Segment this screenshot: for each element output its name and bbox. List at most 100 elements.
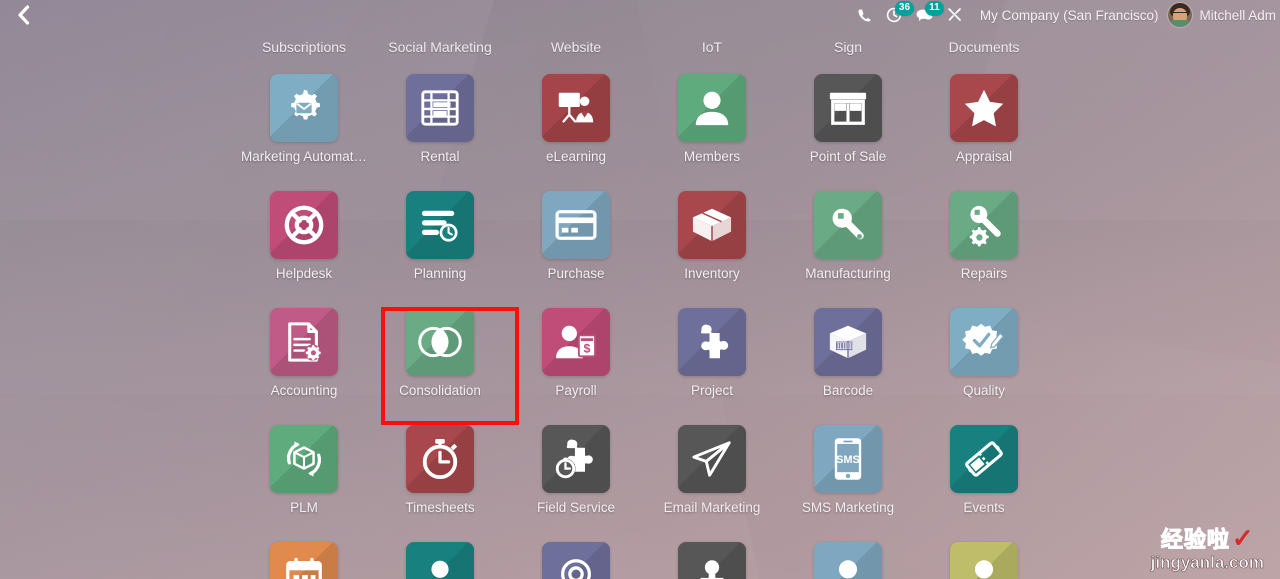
activities-button[interactable]: 36 <box>879 0 915 30</box>
app-tile-elearning[interactable]: eLearning <box>508 74 644 191</box>
tools-button[interactable] <box>940 0 970 30</box>
calendar-icon <box>270 542 338 579</box>
gear-envelope-icon <box>270 74 338 142</box>
app-tile-repairs[interactable]: Repairs <box>916 191 1052 308</box>
star-half-icon <box>950 74 1018 142</box>
company-selector[interactable]: My Company (San Francisco) <box>970 8 1169 23</box>
app-label: Quality <box>962 383 1006 398</box>
app-tile-helpdesk[interactable]: Helpdesk <box>236 191 372 308</box>
app-tile-person-olive[interactable] <box>916 542 1052 579</box>
ticket-icon <box>950 425 1018 493</box>
puzzle-piece-icon <box>678 308 746 376</box>
storefront-icon <box>814 74 882 142</box>
app-label: Inventory <box>684 266 740 281</box>
nav-item-website[interactable]: Website <box>508 39 644 55</box>
nav-item-subscriptions[interactable]: Subscriptions <box>236 39 372 55</box>
venn-circles-icon <box>406 308 474 376</box>
wrench-gear-icon <box>950 191 1018 259</box>
person-icon <box>678 74 746 142</box>
app-tile-timesheets[interactable]: Timesheets <box>372 425 508 542</box>
svg-text:SMS: SMS <box>836 454 859 466</box>
svg-text:$: $ <box>584 341 591 355</box>
app-tile-sms-marketing[interactable]: SMS SMS Marketing <box>780 425 916 542</box>
app-tile-members[interactable]: Members <box>644 74 780 191</box>
app-label: Helpdesk <box>275 266 333 281</box>
wrench-icon <box>814 191 882 259</box>
app-tile-appraisal[interactable]: Appraisal <box>916 74 1052 191</box>
app-tile-planning[interactable]: Planning <box>372 191 508 308</box>
user-menu[interactable]: Mitchell Adm <box>1168 3 1280 27</box>
stopwatch-icon <box>406 425 474 493</box>
phone-button[interactable] <box>850 0 879 30</box>
app-label: PLM <box>290 500 318 515</box>
app-label: Planning <box>413 266 467 281</box>
watermark-cn-text: 经验啦 <box>1160 527 1230 552</box>
open-box-icon <box>678 191 746 259</box>
app-tile-person-teal[interactable] <box>372 542 508 579</box>
app-label: Field Service <box>536 500 616 515</box>
circle-swirl-icon <box>542 542 610 579</box>
app-tile-plm[interactable]: PLM <box>236 425 372 542</box>
app-tile-project[interactable]: Project <box>644 308 780 425</box>
app-tile-field-service[interactable]: Field Service <box>508 425 644 542</box>
app-tile-payroll[interactable]: $ Payroll <box>508 308 644 425</box>
barcode-box-icon <box>814 308 882 376</box>
app-tile-consolidation[interactable]: Consolidation <box>372 308 508 425</box>
app-tile-accounting[interactable]: Accounting <box>236 308 372 425</box>
crossed-tools-icon <box>947 7 963 23</box>
back-button[interactable] <box>0 0 46 30</box>
app-label: Payroll <box>555 383 597 398</box>
app-tile-purchase[interactable]: Purchase <box>508 191 644 308</box>
watermark-url: jingyanla.com <box>1150 553 1264 572</box>
chevron-left-icon <box>16 5 30 25</box>
app-label: Consolidation <box>399 383 481 398</box>
app-tile-events[interactable]: Events <box>916 425 1052 542</box>
app-tile-person-blue[interactable] <box>780 542 916 579</box>
app-tile-manufacturing[interactable]: Manufacturing <box>780 191 916 308</box>
app-nav-row: Subscriptions Social Marketing Website I… <box>0 30 1280 64</box>
app-tile-rental[interactable]: Rental <box>372 74 508 191</box>
person-money-icon: $ <box>542 308 610 376</box>
badge-pencil-icon <box>950 308 1018 376</box>
app-label: Timesheets <box>405 500 475 515</box>
nav-item-iot[interactable]: IoT <box>644 39 780 55</box>
person-blue-icon <box>814 542 882 579</box>
nav-item-social-marketing[interactable]: Social Marketing <box>372 39 508 55</box>
app-label: Rental <box>420 149 460 164</box>
app-label: Email Marketing <box>663 500 761 515</box>
app-label: Barcode <box>822 383 874 398</box>
app-grid: Marketing Automat… Rental eLearning Memb… <box>236 74 1080 579</box>
watermark: 经验啦✓ jingyanla.com <box>1150 525 1264 572</box>
app-label: Marketing Automat… <box>240 149 368 164</box>
app-tile-point-of-sale[interactable]: Point of Sale <box>780 74 916 191</box>
user-name-label: Mitchell Adm <box>1199 7 1276 23</box>
table-grid-icon <box>406 74 474 142</box>
app-tile-person-gray[interactable] <box>644 542 780 579</box>
app-tile-marketing-automation[interactable]: Marketing Automat… <box>236 74 372 191</box>
document-gear-icon <box>270 308 338 376</box>
paper-plane-icon <box>678 425 746 493</box>
app-label: Accounting <box>270 383 338 398</box>
app-label: Purchase <box>547 266 605 281</box>
app-label: SMS Marketing <box>801 500 895 515</box>
app-tile-circle-swirl[interactable] <box>508 542 644 579</box>
top-system-bar: 36 11 My Company (San Francisco) Mitchel… <box>0 0 1280 30</box>
person-gray-icon <box>678 542 746 579</box>
app-label: Appraisal <box>955 149 1013 164</box>
cube-refresh-icon <box>270 425 338 493</box>
app-label: Members <box>683 149 741 164</box>
app-tile-inventory[interactable]: Inventory <box>644 191 780 308</box>
app-tile-barcode[interactable]: Barcode <box>780 308 916 425</box>
app-label: Events <box>963 500 1005 515</box>
phone-icon <box>857 8 872 23</box>
app-tile-calendar[interactable] <box>236 542 372 579</box>
app-tile-quality[interactable]: Quality <box>916 308 1052 425</box>
app-label: Manufacturing <box>805 266 891 281</box>
app-label: Point of Sale <box>809 149 887 164</box>
messages-button[interactable]: 11 <box>909 0 944 30</box>
app-label: Project <box>690 383 734 398</box>
nav-item-sign[interactable]: Sign <box>780 39 916 55</box>
app-tile-email-marketing[interactable]: Email Marketing <box>644 425 780 542</box>
credit-card-icon <box>542 191 610 259</box>
nav-item-documents[interactable]: Documents <box>916 39 1052 55</box>
